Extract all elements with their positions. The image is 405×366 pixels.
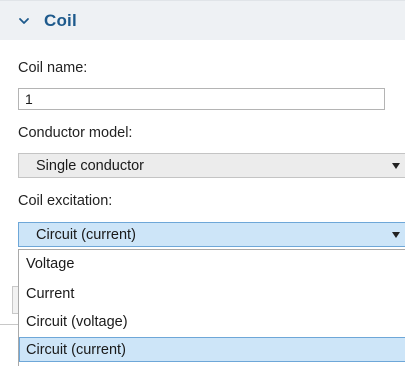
coil-excitation-dropdown-list: Voltage Current Circuit (voltage) Circui… xyxy=(18,249,405,366)
dropdown-option-circuit-voltage[interactable]: Circuit (voltage) xyxy=(19,310,405,335)
dropdown-arrow-icon xyxy=(392,163,400,169)
coil-excitation-label: Coil excitation: xyxy=(18,193,113,209)
chevron-down-icon[interactable] xyxy=(18,15,30,27)
section-title: Coil xyxy=(44,11,77,30)
conductor-model-value: Single conductor xyxy=(36,158,145,174)
dropdown-arrow-icon xyxy=(392,232,400,238)
dropdown-option-circuit-current[interactable]: Circuit (current) xyxy=(19,337,405,362)
coil-name-input[interactable]: 1 xyxy=(18,88,385,110)
coil-excitation-select[interactable]: Circuit (current) xyxy=(18,222,405,247)
conductor-model-select[interactable]: Single conductor xyxy=(18,153,405,178)
dropdown-option-current[interactable]: Current xyxy=(19,282,405,307)
conductor-model-label: Conductor model: xyxy=(18,125,133,141)
coil-excitation-value: Circuit (current) xyxy=(36,227,136,243)
coil-section-header[interactable]: Coil xyxy=(0,0,405,40)
dropdown-option-voltage[interactable]: Voltage xyxy=(19,252,405,277)
coil-name-label: Coil name: xyxy=(18,60,88,76)
obscured-divider xyxy=(0,324,18,325)
